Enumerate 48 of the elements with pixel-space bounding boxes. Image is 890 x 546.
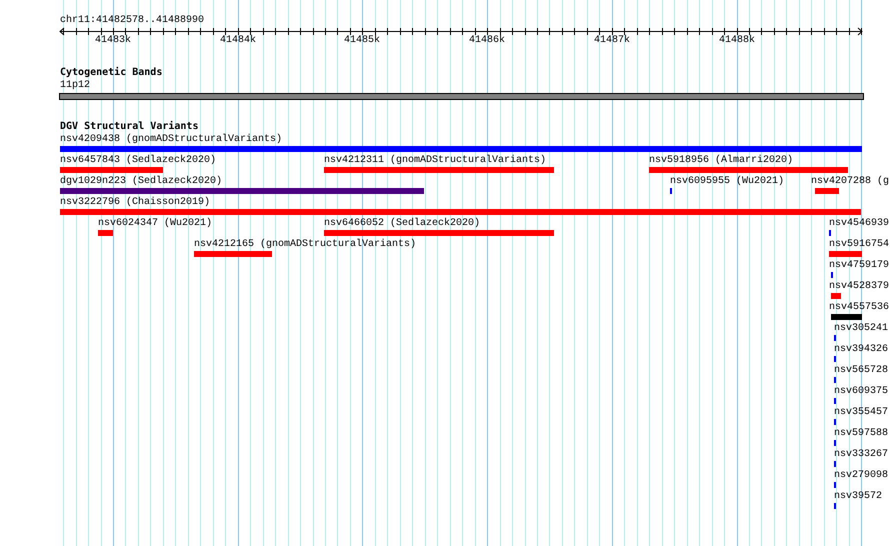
feature-label: nsv305241: [834, 324, 888, 334]
feature-label: dgv1029n223 (Sedlazeck2020): [60, 177, 222, 187]
track-title: Cytogenetic Bands: [60, 68, 162, 78]
feature-label: nsv5918956 (Almarri2020): [649, 156, 794, 166]
band-label: 11p12: [60, 81, 90, 91]
variant-bar[interactable]: [98, 230, 113, 236]
feature-label: nsv6457843 (Sedlazeck2020): [60, 156, 216, 166]
feature-label: nsv6024347 (Wu2021): [98, 219, 212, 229]
feature-label: nsv279098: [834, 471, 888, 481]
tick-label: 41487k: [594, 36, 630, 46]
variant-bar[interactable]: [815, 188, 839, 194]
feature-label: nsv4557536: [829, 303, 890, 313]
variant-bar[interactable]: [194, 251, 272, 257]
variant-bar[interactable]: [60, 209, 861, 215]
feature-label: nsv6095955 (Wu2021): [670, 177, 784, 187]
feature-label: nsv333267: [834, 450, 888, 460]
variant-bar[interactable]: [829, 251, 862, 257]
variant-bar[interactable]: [324, 167, 554, 173]
feature-label: nsv565728: [834, 366, 888, 376]
variant-bar[interactable]: [831, 293, 841, 299]
variant-bar[interactable]: [324, 230, 554, 236]
tick-label: 41486k: [469, 36, 506, 46]
variant-bar[interactable]: [60, 167, 163, 173]
variant-bar[interactable]: [649, 167, 848, 173]
feature-label: nsv609375: [834, 387, 888, 397]
variant-bar[interactable]: [60, 188, 424, 194]
feature-label: nsv6466052 (Sedlazeck2020): [324, 219, 480, 229]
feature-label: nsv4212165 (gnomADStructuralVariants): [194, 240, 416, 250]
tick-label: 41485k: [344, 36, 380, 46]
region-label: chr11:41482578..41488990: [60, 16, 204, 26]
feature-label: nsv4207288 (g: [811, 177, 890, 187]
feature-label: nsv597588: [834, 429, 888, 439]
tick-label: 41484k: [220, 36, 256, 46]
feature-label: nsv39572: [834, 492, 882, 502]
feature-label: nsv355457: [834, 408, 888, 418]
feature-label: nsv394326: [834, 345, 888, 355]
feature-label: nsv5916754: [829, 240, 890, 250]
feature-label: nsv3222796 (Chaisson2019): [60, 198, 210, 208]
track-title: DGV Structural Variants: [60, 122, 198, 132]
feature-label: nsv4212311 (gnomADStructuralVariants): [324, 156, 546, 166]
tick-label: 41488k: [719, 36, 756, 46]
tick-label: 41483k: [95, 36, 132, 46]
variant-bar[interactable]: [831, 314, 862, 320]
variant-bar[interactable]: [60, 146, 862, 152]
feature-label: nsv4546939: [829, 219, 890, 229]
feature-label: nsv4528379: [829, 282, 890, 292]
feature-label: nsv4209438 (gnomADStructuralVariants): [60, 135, 282, 145]
feature-label: nsv4759179: [829, 261, 890, 271]
